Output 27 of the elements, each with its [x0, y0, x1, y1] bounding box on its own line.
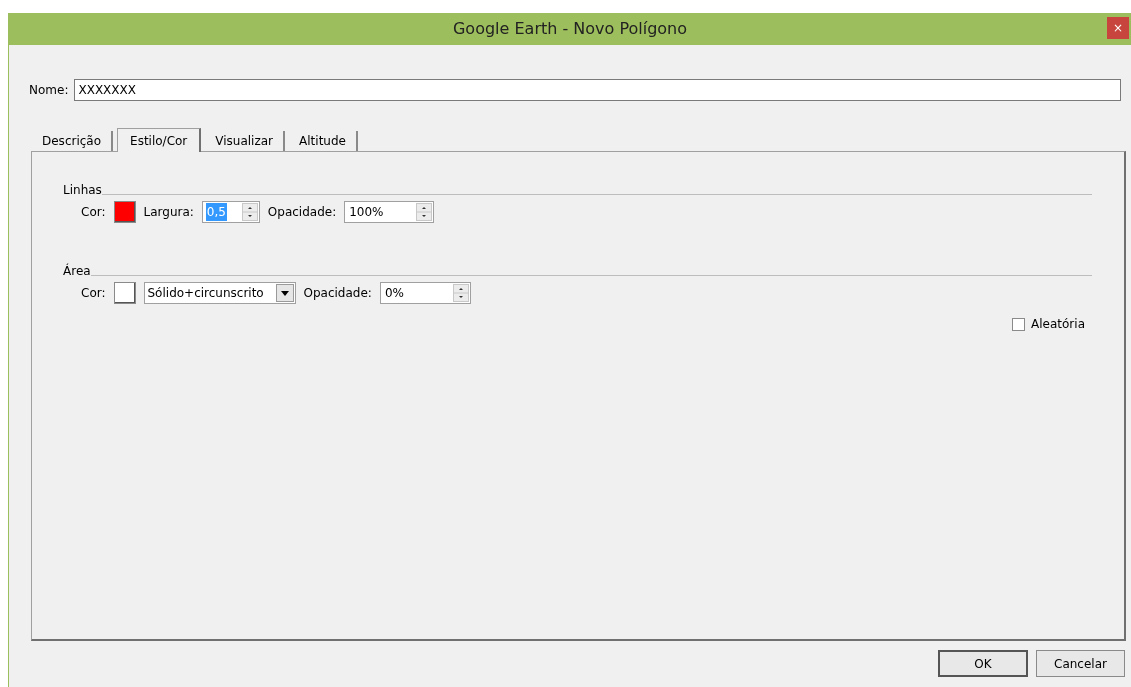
checkbox[interactable]	[1012, 317, 1026, 331]
section-title: Linhas	[63, 184, 102, 196]
name-label: Nome:	[29, 82, 69, 99]
close-button[interactable]: ×	[1107, 17, 1129, 39]
spinner-value: 0%	[383, 285, 405, 302]
width-label: Largura:	[143, 204, 194, 221]
color-swatch[interactable]	[113, 201, 136, 223]
style-dropdown[interactable]: Sólido+circunscrito	[143, 282, 296, 304]
color-swatch[interactable]	[113, 282, 136, 304]
spinner-value: 0,5	[205, 203, 227, 221]
spinner-value: 100%	[348, 204, 385, 221]
opacity-label: Opacidade:	[267, 204, 337, 221]
dialog-button[interactable]: Cancelar	[1036, 650, 1125, 677]
spin-arrows-icon[interactable]	[452, 284, 469, 302]
spin-arrows-icon[interactable]	[241, 203, 258, 221]
tab[interactable]: Estilo/Cor	[117, 128, 202, 152]
dialog-button[interactable]: OK	[938, 650, 1028, 677]
spinner-field[interactable]: 100%	[344, 201, 435, 223]
section-title: Área	[63, 265, 91, 277]
spin-arrows-icon[interactable]	[416, 203, 433, 221]
window-title: Google Earth - Novo Polígono	[452, 18, 688, 40]
color-label: Cor:	[81, 204, 106, 221]
opacity-label: Opacidade:	[303, 285, 372, 302]
name-field[interactable]: XXXXXXX	[74, 79, 1121, 101]
color-label: Cor:	[81, 285, 106, 302]
spinner-field[interactable]: 0%	[379, 282, 471, 304]
checkbox-label: Aleatória	[1031, 316, 1085, 333]
